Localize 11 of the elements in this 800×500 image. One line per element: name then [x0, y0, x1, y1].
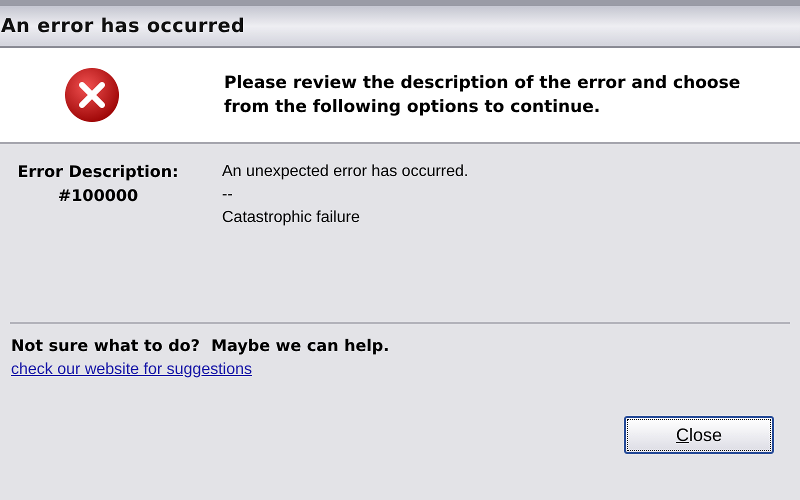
instruction-text: Please review the description of the error and choose from the following options to continue. [224, 72, 742, 119]
error-description-line: -- [222, 185, 234, 205]
error-description-line: Catastrophic failure [222, 208, 361, 228]
error-description-line: An unexpected error has occurred. [222, 162, 468, 182]
error-code: #100000 [58, 185, 138, 207]
help-heading: Not sure what to do? Maybe we can help. [11, 335, 390, 357]
error-description-label: Error Description: [17, 161, 179, 183]
window-title: An error has occurred [1, 14, 246, 39]
close-button[interactable]: Close [624, 416, 774, 454]
error-icon [64, 67, 120, 123]
website-link[interactable]: check our website for suggestions [11, 358, 252, 382]
